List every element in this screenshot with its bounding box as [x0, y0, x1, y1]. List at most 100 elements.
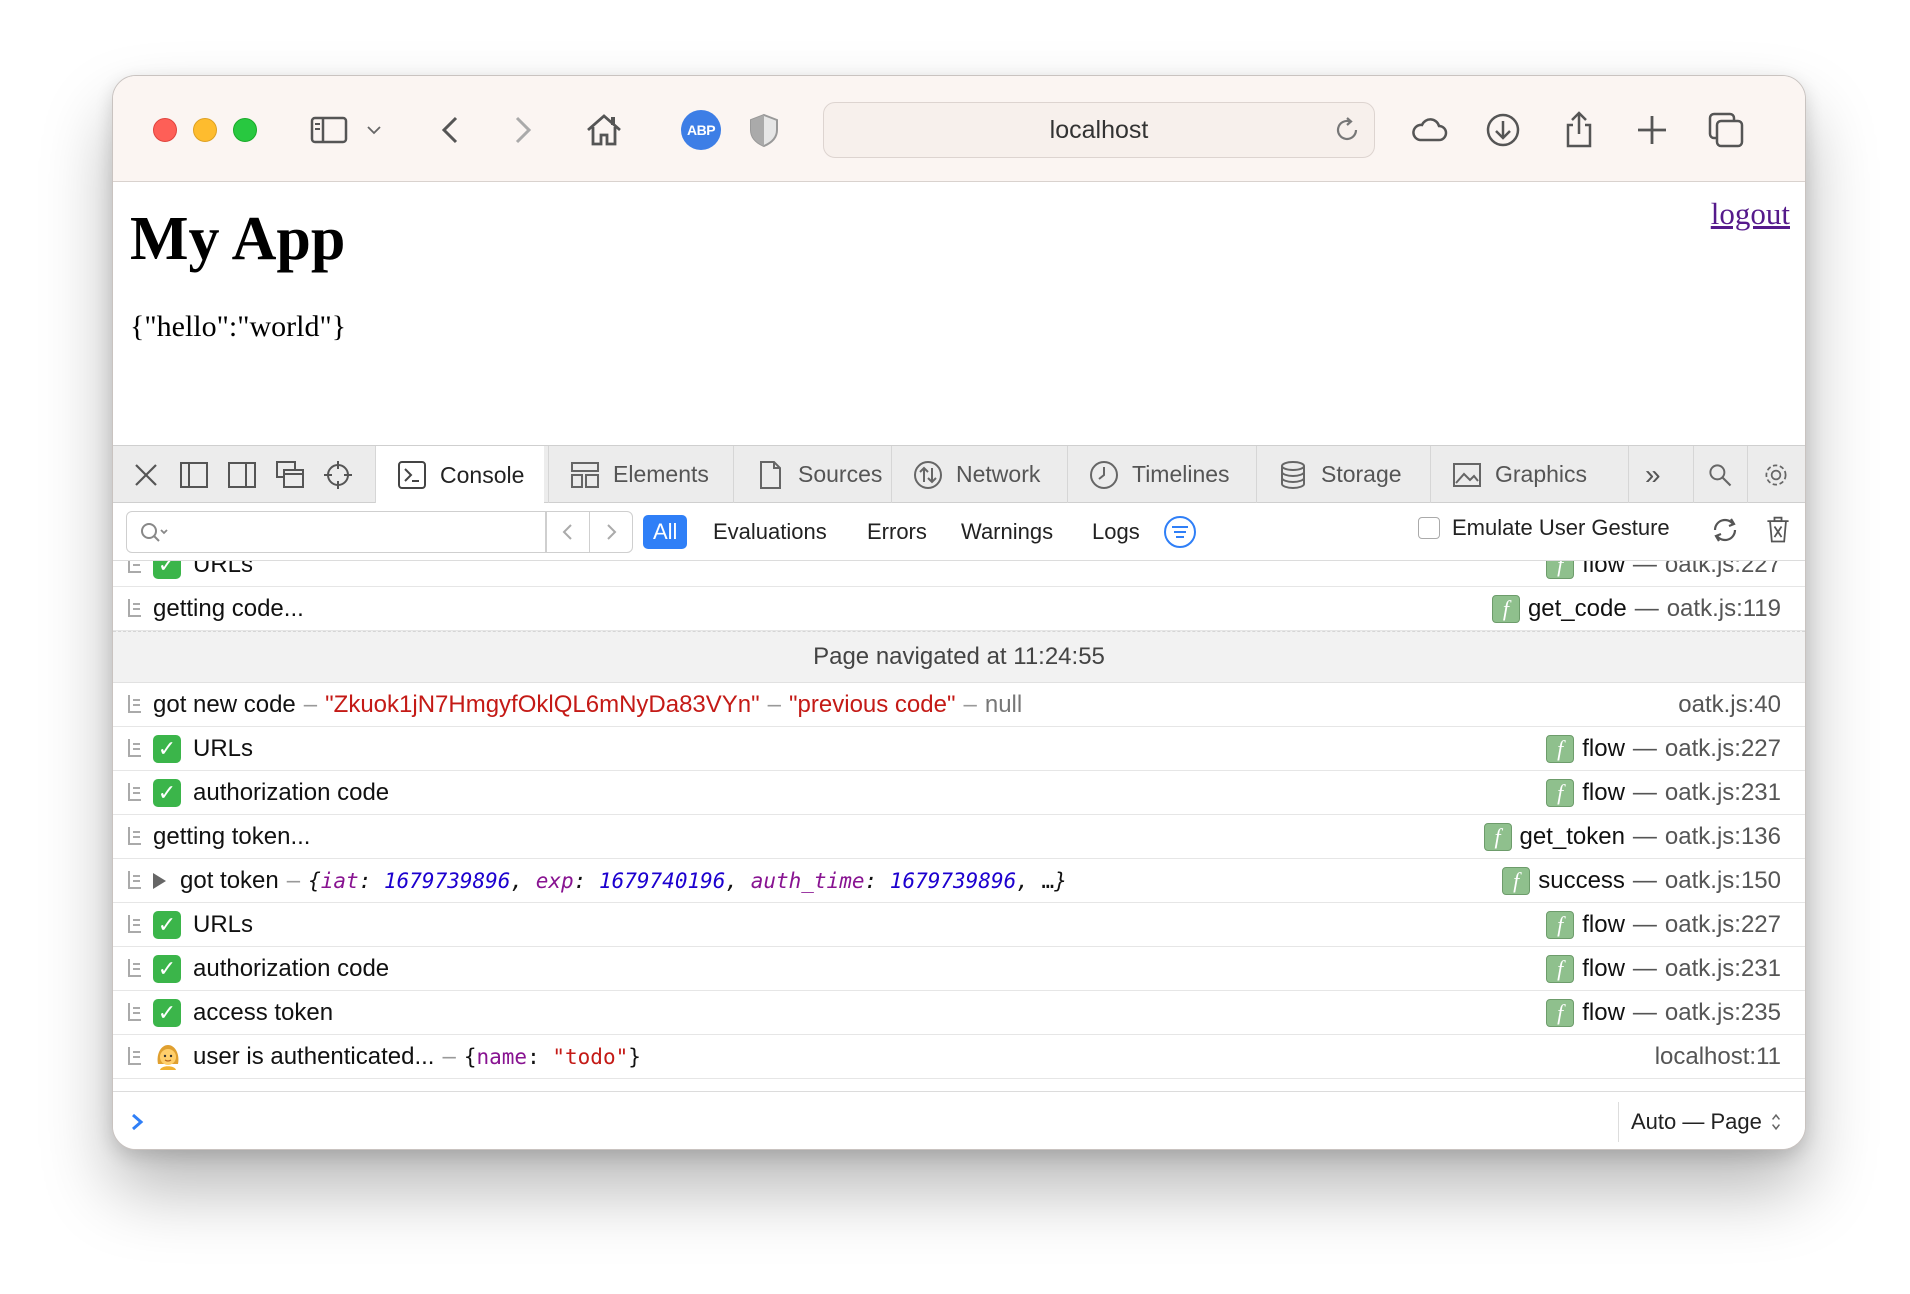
back-button[interactable]	[425, 104, 477, 156]
emulate-user-gesture[interactable]: Emulate User Gesture	[1418, 515, 1670, 541]
browser-window: ABP localhost My App {"hello":"world"} l…	[112, 75, 1806, 1150]
previous-match-button[interactable]	[546, 511, 590, 553]
source-location[interactable]: localhost:11	[1655, 1043, 1781, 1071]
list-item[interactable]: ✓ authorization code f flow — oatk.js:231	[113, 771, 1805, 815]
function-icon: f	[1546, 955, 1575, 983]
function-icon: f	[1546, 561, 1575, 579]
icloud-tabs-button[interactable]	[1403, 104, 1455, 156]
tab-timelines[interactable]: Timelines	[1067, 446, 1250, 503]
source-location[interactable]: oatk.js:231	[1665, 955, 1781, 983]
user-object[interactable]: {name: "todo"}	[464, 1045, 641, 1069]
inspect-element-button[interactable]	[317, 454, 359, 496]
home-button[interactable]	[578, 104, 630, 156]
function-icon: f	[1483, 823, 1512, 851]
function-name: success	[1538, 867, 1625, 894]
console-prompt[interactable]: Auto — Page	[113, 1091, 1805, 1149]
next-match-button[interactable]	[589, 511, 633, 553]
message-text: URLs	[193, 911, 254, 938]
filter-all[interactable]: All	[643, 515, 688, 549]
filter-options-button[interactable]	[1163, 515, 1197, 549]
search-button[interactable]	[1693, 446, 1746, 503]
logout-link[interactable]: logout	[1711, 196, 1790, 232]
source-location[interactable]: oatk.js:227	[1665, 735, 1781, 763]
reload-icon[interactable]	[1332, 115, 1362, 145]
forward-button[interactable]	[496, 104, 548, 156]
list-item[interactable]: ✓ URLs f flow — oatk.js:227	[113, 727, 1805, 771]
close-inspector-button[interactable]	[125, 454, 167, 496]
downloads-button[interactable]	[1477, 104, 1529, 156]
function-icon: f	[1491, 595, 1520, 623]
source-location[interactable]: oatk.js:231	[1665, 779, 1781, 807]
download-icon	[1486, 113, 1520, 147]
page-title: My App	[130, 205, 346, 273]
filter-warnings[interactable]: Warnings	[961, 515, 1053, 549]
source-location[interactable]: oatk.js:227	[1665, 911, 1781, 939]
execution-context-selector[interactable]: Auto — Page	[1618, 1102, 1782, 1142]
checkmark-icon: ✓	[153, 999, 181, 1027]
loc-separator: —	[1632, 955, 1657, 982]
tab-network[interactable]: Network	[891, 446, 1060, 503]
list-item[interactable]: got new code – "Zkuok1jN7HmgyfOklQL6mNyD…	[113, 683, 1805, 727]
list-item[interactable]: ✓ URLs f flow — oatk.js:227	[113, 561, 1805, 587]
more-tabs-button[interactable]: »	[1628, 446, 1677, 503]
source-location[interactable]: oatk.js:40	[1678, 691, 1781, 719]
list-item[interactable]: ✓ URLs f flow — oatk.js:227	[113, 903, 1805, 947]
source-location[interactable]: oatk.js:235	[1665, 999, 1781, 1027]
navigation-text: Page navigated at 11:24:55	[813, 643, 1105, 670]
tab-label: Console	[440, 461, 525, 488]
sidebar-toggle-button[interactable]	[303, 104, 355, 156]
settings-button[interactable]	[1747, 446, 1804, 503]
address-bar[interactable]: localhost	[823, 102, 1375, 158]
source-location[interactable]: oatk.js:150	[1665, 867, 1781, 895]
list-item[interactable]: got token – {iat: 1679739896, exp: 16797…	[113, 859, 1805, 903]
list-item[interactable]: getting code... f get_code — oatk.js:119	[113, 587, 1805, 631]
list-item[interactable]: user is authenticated... – {name: "todo"…	[113, 1035, 1805, 1079]
object-value: 1679740196	[598, 869, 726, 893]
expand-triangle-icon[interactable]	[153, 873, 166, 889]
object-value: 1679739896	[384, 869, 511, 893]
message-text: URLs	[193, 735, 254, 762]
share-button[interactable]	[1553, 104, 1605, 156]
filter-evaluations[interactable]: Evaluations	[713, 515, 827, 549]
list-item[interactable]: getting token... f get_token — oatk.js:136	[113, 815, 1805, 859]
sidebar-menu-button[interactable]	[359, 104, 389, 156]
adblock-extension-button[interactable]: ABP	[681, 110, 721, 150]
list-item[interactable]: ✓ authorization code f flow — oatk.js:231	[113, 947, 1805, 991]
separator: –	[303, 691, 318, 718]
dock-side-button[interactable]	[221, 454, 263, 496]
message-text: getting code...	[153, 595, 304, 622]
dock-left-icon	[180, 462, 208, 488]
source-location[interactable]: oatk.js:136	[1665, 823, 1781, 851]
tab-console[interactable]: Console	[375, 446, 545, 504]
separator: –	[767, 691, 782, 718]
tab-sources[interactable]: Sources	[733, 446, 902, 503]
filter-logs[interactable]: Logs	[1092, 515, 1140, 549]
minimize-window-button[interactable]	[193, 118, 217, 142]
page-navigated-marker: Page navigated at 11:24:55	[113, 631, 1805, 683]
console-filter-input[interactable]	[126, 511, 546, 553]
detach-window-button[interactable]	[269, 454, 311, 496]
dock-bottom-button[interactable]	[173, 454, 215, 496]
privacy-shield-button[interactable]	[738, 104, 790, 156]
list-item[interactable]: ✓ access token f flow — oatk.js:235	[113, 991, 1805, 1035]
network-icon	[914, 460, 942, 489]
source-location[interactable]: oatk.js:119	[1667, 595, 1781, 623]
source-location[interactable]: oatk.js:227	[1665, 561, 1781, 579]
close-window-button[interactable]	[153, 118, 177, 142]
clear-console-button[interactable]	[1763, 513, 1793, 547]
preserve-log-button[interactable]	[1708, 513, 1742, 547]
tab-overview-button[interactable]	[1700, 104, 1752, 156]
log-level-icon	[128, 1003, 141, 1021]
tab-storage[interactable]: Storage	[1256, 446, 1422, 503]
elements-icon	[571, 461, 599, 488]
message-text: authorization code	[193, 779, 390, 806]
tab-elements[interactable]: Elements	[548, 446, 729, 503]
new-tab-button[interactable]	[1626, 104, 1678, 156]
filter-errors[interactable]: Errors	[867, 515, 927, 549]
token-object[interactable]: {iat: 1679739896, exp: 1679740196, auth_…	[308, 869, 1067, 893]
log-level-icon	[128, 915, 141, 933]
tab-graphics[interactable]: Graphics	[1430, 446, 1607, 503]
zoom-window-button[interactable]	[233, 118, 257, 142]
message-text: got token	[180, 867, 279, 894]
emulate-checkbox[interactable]	[1418, 517, 1440, 539]
